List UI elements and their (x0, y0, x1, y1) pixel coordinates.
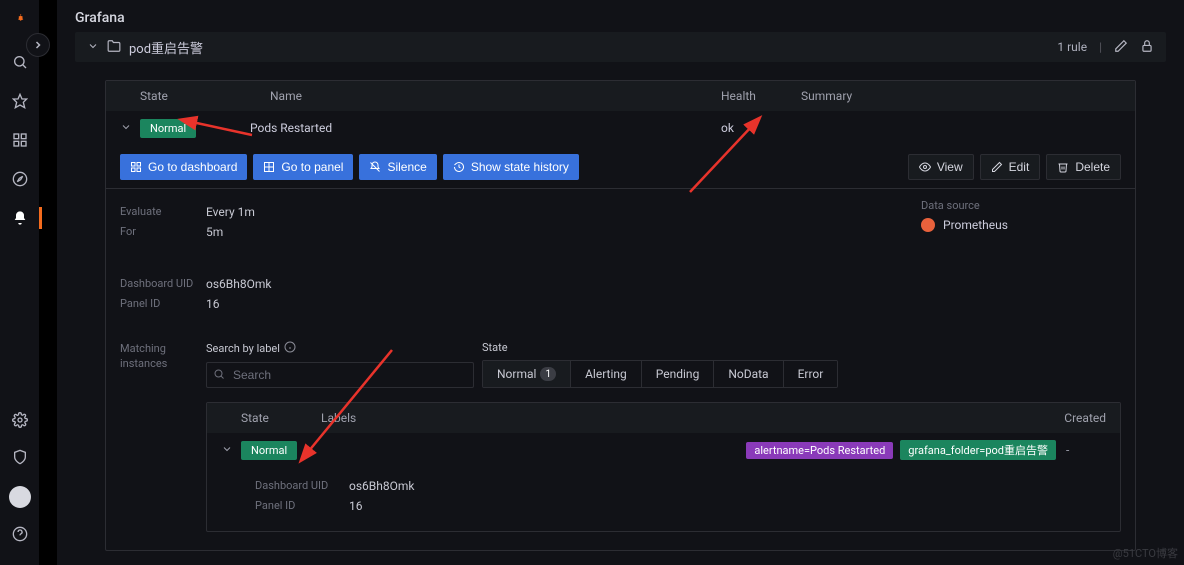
instance-detail: Dashboard UIDos6Bh8Omk Panel ID16 (207, 467, 1120, 531)
go-to-panel-label: Go to panel (281, 160, 343, 174)
go-to-dashboard-button[interactable]: Go to dashboard (120, 154, 247, 180)
inst-dash-uid-value: os6Bh8Omk (349, 479, 414, 493)
alerting-bell-icon[interactable] (12, 210, 28, 229)
explore-icon[interactable] (12, 171, 28, 190)
nav-active-indicator (39, 207, 42, 229)
instance-created: - (1066, 443, 1106, 457)
filter-pending[interactable]: Pending (642, 361, 715, 387)
dashboards-icon[interactable] (12, 132, 28, 151)
instance-label-alertname: alertname=Pods Restarted (746, 442, 893, 459)
view-label: View (937, 160, 963, 174)
watermark: @51CTO博客 (1113, 545, 1178, 561)
folder-icon (107, 39, 121, 56)
star-icon[interactable] (12, 93, 28, 112)
divider: | (1099, 40, 1102, 54)
state-filter: Normal 1 Alerting Pending NoData Error (482, 360, 838, 388)
filter-error[interactable]: Error (784, 361, 838, 387)
instance-label-folder: grafana_folder=pod重启告警 (900, 440, 1056, 460)
chevron-down-icon[interactable] (87, 40, 99, 55)
data-source-value: Prometheus (943, 218, 1008, 232)
avatar[interactable] (9, 486, 31, 508)
lock-icon[interactable] (1140, 39, 1154, 56)
history-label: Show state history (471, 160, 569, 174)
panel-id-value: 16 (206, 297, 220, 311)
rule-card: State Name Health Summary Normal Pods Re… (105, 80, 1136, 551)
chevron-down-icon[interactable] (120, 121, 140, 136)
state-badge: Normal (140, 119, 196, 138)
delete-label: Delete (1075, 160, 1110, 174)
inst-col-created: Created (1006, 411, 1106, 425)
search-icon[interactable] (12, 54, 28, 73)
rule-health: ok (721, 121, 801, 135)
help-icon[interactable] (12, 526, 28, 545)
prometheus-icon (921, 218, 935, 232)
page-title: Grafana (75, 0, 1166, 32)
for-key: For (120, 225, 206, 239)
go-to-dashboard-label: Go to dashboard (148, 160, 237, 174)
inst-panel-id-value: 16 (349, 499, 363, 513)
folder-name: pod重启告警 (129, 38, 203, 57)
rule-details: EvaluateEvery 1m For5m Dashboard UIDos6B… (106, 189, 1135, 550)
nav-rail-outer (0, 0, 39, 565)
inst-dash-uid-key: Dashboard UID (255, 479, 349, 493)
settings-gear-icon[interactable] (12, 412, 28, 431)
filter-normal[interactable]: Normal 1 (483, 361, 571, 387)
search-icon (213, 368, 225, 383)
grafana-logo-icon[interactable] (12, 10, 28, 34)
folder-header[interactable]: pod重启告警 1 rule | (75, 32, 1166, 62)
edit-label: Edit (1009, 160, 1030, 174)
evaluate-value: Every 1m (206, 205, 255, 219)
instances-card: State Labels Created Normal alertname=Po… (206, 402, 1121, 532)
rule-actions: Go to dashboard Go to panel Silence Show… (106, 145, 1135, 189)
col-summary: Summary (801, 89, 1121, 103)
chevron-down-icon[interactable] (221, 443, 241, 458)
col-name: Name (270, 89, 721, 103)
instance-state-badge: Normal (241, 441, 297, 460)
search-input[interactable] (206, 362, 474, 388)
col-state: State (140, 89, 270, 103)
normal-count: 1 (540, 367, 556, 381)
show-state-history-button[interactable]: Show state history (443, 154, 579, 180)
rule-row[interactable]: Normal Pods Restarted ok (106, 111, 1135, 145)
edit-button[interactable]: Edit (980, 154, 1041, 180)
filter-nodata[interactable]: NoData (714, 361, 783, 387)
inst-col-state: State (241, 411, 321, 425)
instance-row[interactable]: Normal alertname=Pods Restarted grafana_… (207, 433, 1120, 467)
for-value: 5m (206, 225, 223, 239)
rule-count: 1 rule (1057, 40, 1087, 54)
dashboard-uid-value: os6Bh8Omk (206, 277, 271, 291)
data-source-key: Data source (921, 199, 1121, 212)
state-filter-title: State (482, 341, 838, 354)
nav-rail-inner (39, 0, 57, 565)
inst-panel-id-key: Panel ID (255, 499, 349, 513)
filter-alerting[interactable]: Alerting (571, 361, 642, 387)
instances-header: State Labels Created (207, 403, 1120, 433)
evaluate-key: Evaluate (120, 205, 206, 219)
matching-instances-label: Matching instances (120, 341, 206, 372)
inst-col-labels: Labels (321, 411, 1006, 425)
shield-icon[interactable] (12, 449, 28, 468)
edit-folder-icon[interactable] (1114, 39, 1128, 56)
delete-button[interactable]: Delete (1046, 154, 1121, 180)
rule-table-header: State Name Health Summary (106, 81, 1135, 111)
silence-label: Silence (387, 160, 426, 174)
info-icon[interactable] (284, 341, 296, 356)
silence-button[interactable]: Silence (359, 154, 436, 180)
search-by-label-title: Search by label (206, 342, 280, 355)
expand-nav-button[interactable] (26, 33, 50, 57)
view-button[interactable]: View (908, 154, 974, 180)
dashboard-uid-key: Dashboard UID (120, 277, 206, 291)
go-to-panel-button[interactable]: Go to panel (253, 154, 353, 180)
main-content: Grafana pod重启告警 1 rule | State Name (57, 0, 1184, 565)
panel-id-key: Panel ID (120, 297, 206, 311)
rule-name: Pods Restarted (250, 121, 721, 135)
col-health: Health (721, 89, 801, 103)
